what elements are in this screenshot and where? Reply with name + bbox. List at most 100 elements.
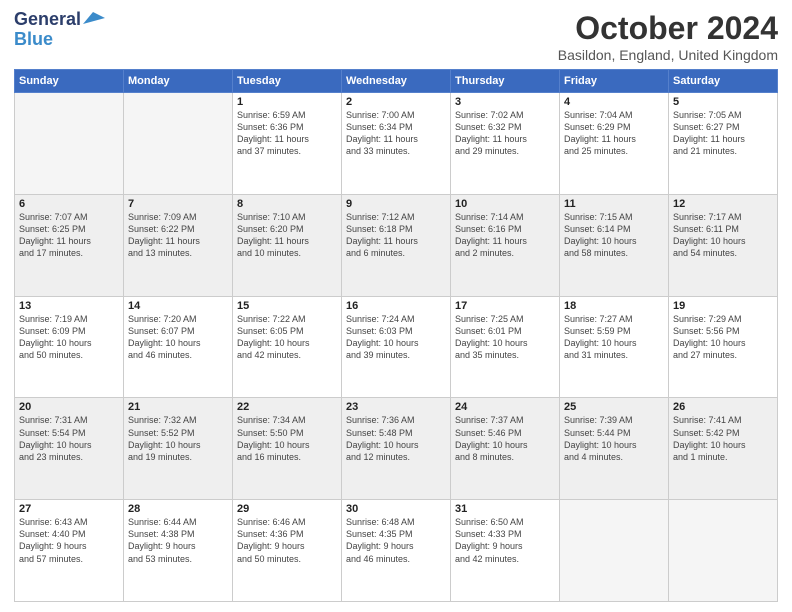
calendar-cell: 26Sunrise: 7:41 AM Sunset: 5:42 PM Dayli… bbox=[669, 398, 778, 500]
day-number: 2 bbox=[346, 96, 446, 108]
calendar-week-5: 27Sunrise: 6:43 AM Sunset: 4:40 PM Dayli… bbox=[15, 500, 778, 602]
day-detail: Sunrise: 7:32 AM Sunset: 5:52 PM Dayligh… bbox=[128, 414, 228, 463]
day-detail: Sunrise: 7:19 AM Sunset: 6:09 PM Dayligh… bbox=[19, 313, 119, 362]
day-number: 23 bbox=[346, 401, 446, 413]
calendar-cell: 18Sunrise: 7:27 AM Sunset: 5:59 PM Dayli… bbox=[560, 296, 669, 398]
day-number: 13 bbox=[19, 300, 119, 312]
day-number: 5 bbox=[673, 96, 773, 108]
day-detail: Sunrise: 6:43 AM Sunset: 4:40 PM Dayligh… bbox=[19, 516, 119, 565]
calendar-table: Sunday Monday Tuesday Wednesday Thursday… bbox=[14, 69, 778, 602]
day-detail: Sunrise: 7:14 AM Sunset: 6:16 PM Dayligh… bbox=[455, 211, 555, 260]
day-number: 29 bbox=[237, 503, 337, 515]
calendar-week-1: 1Sunrise: 6:59 AM Sunset: 6:36 PM Daylig… bbox=[15, 93, 778, 195]
day-detail: Sunrise: 6:59 AM Sunset: 6:36 PM Dayligh… bbox=[237, 109, 337, 158]
title-block: October 2024 Basildon, England, United K… bbox=[558, 10, 778, 63]
day-number: 26 bbox=[673, 401, 773, 413]
calendar-cell: 28Sunrise: 6:44 AM Sunset: 4:38 PM Dayli… bbox=[124, 500, 233, 602]
calendar-cell: 21Sunrise: 7:32 AM Sunset: 5:52 PM Dayli… bbox=[124, 398, 233, 500]
day-number: 6 bbox=[19, 198, 119, 210]
calendar-cell: 7Sunrise: 7:09 AM Sunset: 6:22 PM Daylig… bbox=[124, 194, 233, 296]
day-number: 24 bbox=[455, 401, 555, 413]
calendar-week-4: 20Sunrise: 7:31 AM Sunset: 5:54 PM Dayli… bbox=[15, 398, 778, 500]
calendar-cell: 4Sunrise: 7:04 AM Sunset: 6:29 PM Daylig… bbox=[560, 93, 669, 195]
calendar-cell: 23Sunrise: 7:36 AM Sunset: 5:48 PM Dayli… bbox=[342, 398, 451, 500]
day-detail: Sunrise: 7:04 AM Sunset: 6:29 PM Dayligh… bbox=[564, 109, 664, 158]
calendar-cell: 20Sunrise: 7:31 AM Sunset: 5:54 PM Dayli… bbox=[15, 398, 124, 500]
day-number: 3 bbox=[455, 96, 555, 108]
day-number: 31 bbox=[455, 503, 555, 515]
day-number: 12 bbox=[673, 198, 773, 210]
col-tuesday: Tuesday bbox=[233, 70, 342, 93]
day-number: 16 bbox=[346, 300, 446, 312]
calendar-cell: 16Sunrise: 7:24 AM Sunset: 6:03 PM Dayli… bbox=[342, 296, 451, 398]
day-number: 27 bbox=[19, 503, 119, 515]
calendar-cell: 14Sunrise: 7:20 AM Sunset: 6:07 PM Dayli… bbox=[124, 296, 233, 398]
calendar-cell: 24Sunrise: 7:37 AM Sunset: 5:46 PM Dayli… bbox=[451, 398, 560, 500]
calendar-cell: 19Sunrise: 7:29 AM Sunset: 5:56 PM Dayli… bbox=[669, 296, 778, 398]
calendar-cell: 30Sunrise: 6:48 AM Sunset: 4:35 PM Dayli… bbox=[342, 500, 451, 602]
day-detail: Sunrise: 7:41 AM Sunset: 5:42 PM Dayligh… bbox=[673, 414, 773, 463]
logo-icon bbox=[83, 10, 105, 26]
day-number: 11 bbox=[564, 198, 664, 210]
logo-general: General bbox=[14, 10, 81, 30]
calendar-cell: 12Sunrise: 7:17 AM Sunset: 6:11 PM Dayli… bbox=[669, 194, 778, 296]
day-detail: Sunrise: 7:34 AM Sunset: 5:50 PM Dayligh… bbox=[237, 414, 337, 463]
col-thursday: Thursday bbox=[451, 70, 560, 93]
day-number: 20 bbox=[19, 401, 119, 413]
day-detail: Sunrise: 7:25 AM Sunset: 6:01 PM Dayligh… bbox=[455, 313, 555, 362]
logo: General Blue bbox=[14, 10, 105, 50]
day-number: 1 bbox=[237, 96, 337, 108]
day-detail: Sunrise: 7:12 AM Sunset: 6:18 PM Dayligh… bbox=[346, 211, 446, 260]
day-detail: Sunrise: 7:29 AM Sunset: 5:56 PM Dayligh… bbox=[673, 313, 773, 362]
calendar-cell bbox=[15, 93, 124, 195]
day-detail: Sunrise: 7:10 AM Sunset: 6:20 PM Dayligh… bbox=[237, 211, 337, 260]
day-detail: Sunrise: 7:09 AM Sunset: 6:22 PM Dayligh… bbox=[128, 211, 228, 260]
day-detail: Sunrise: 7:05 AM Sunset: 6:27 PM Dayligh… bbox=[673, 109, 773, 158]
calendar-cell: 17Sunrise: 7:25 AM Sunset: 6:01 PM Dayli… bbox=[451, 296, 560, 398]
calendar-cell bbox=[124, 93, 233, 195]
calendar-cell: 6Sunrise: 7:07 AM Sunset: 6:25 PM Daylig… bbox=[15, 194, 124, 296]
calendar-cell: 8Sunrise: 7:10 AM Sunset: 6:20 PM Daylig… bbox=[233, 194, 342, 296]
header-row: Sunday Monday Tuesday Wednesday Thursday… bbox=[15, 70, 778, 93]
day-number: 14 bbox=[128, 300, 228, 312]
calendar-cell bbox=[669, 500, 778, 602]
calendar-cell: 22Sunrise: 7:34 AM Sunset: 5:50 PM Dayli… bbox=[233, 398, 342, 500]
main-title: October 2024 bbox=[558, 10, 778, 47]
calendar-header: Sunday Monday Tuesday Wednesday Thursday… bbox=[15, 70, 778, 93]
day-number: 28 bbox=[128, 503, 228, 515]
day-detail: Sunrise: 7:27 AM Sunset: 5:59 PM Dayligh… bbox=[564, 313, 664, 362]
day-detail: Sunrise: 7:36 AM Sunset: 5:48 PM Dayligh… bbox=[346, 414, 446, 463]
day-detail: Sunrise: 6:48 AM Sunset: 4:35 PM Dayligh… bbox=[346, 516, 446, 565]
logo-blue: Blue bbox=[14, 30, 53, 50]
day-number: 18 bbox=[564, 300, 664, 312]
day-number: 17 bbox=[455, 300, 555, 312]
day-detail: Sunrise: 7:39 AM Sunset: 5:44 PM Dayligh… bbox=[564, 414, 664, 463]
day-number: 21 bbox=[128, 401, 228, 413]
day-detail: Sunrise: 7:17 AM Sunset: 6:11 PM Dayligh… bbox=[673, 211, 773, 260]
day-detail: Sunrise: 7:15 AM Sunset: 6:14 PM Dayligh… bbox=[564, 211, 664, 260]
calendar-cell: 27Sunrise: 6:43 AM Sunset: 4:40 PM Dayli… bbox=[15, 500, 124, 602]
calendar-cell: 5Sunrise: 7:05 AM Sunset: 6:27 PM Daylig… bbox=[669, 93, 778, 195]
calendar-cell: 15Sunrise: 7:22 AM Sunset: 6:05 PM Dayli… bbox=[233, 296, 342, 398]
day-number: 30 bbox=[346, 503, 446, 515]
calendar-cell: 29Sunrise: 6:46 AM Sunset: 4:36 PM Dayli… bbox=[233, 500, 342, 602]
calendar-cell: 11Sunrise: 7:15 AM Sunset: 6:14 PM Dayli… bbox=[560, 194, 669, 296]
calendar-cell: 2Sunrise: 7:00 AM Sunset: 6:34 PM Daylig… bbox=[342, 93, 451, 195]
day-number: 15 bbox=[237, 300, 337, 312]
calendar-cell: 9Sunrise: 7:12 AM Sunset: 6:18 PM Daylig… bbox=[342, 194, 451, 296]
day-number: 9 bbox=[346, 198, 446, 210]
col-wednesday: Wednesday bbox=[342, 70, 451, 93]
day-detail: Sunrise: 7:02 AM Sunset: 6:32 PM Dayligh… bbox=[455, 109, 555, 158]
header: General Blue October 2024 Basildon, Engl… bbox=[14, 10, 778, 63]
col-saturday: Saturday bbox=[669, 70, 778, 93]
day-detail: Sunrise: 6:46 AM Sunset: 4:36 PM Dayligh… bbox=[237, 516, 337, 565]
day-detail: Sunrise: 7:07 AM Sunset: 6:25 PM Dayligh… bbox=[19, 211, 119, 260]
day-detail: Sunrise: 6:50 AM Sunset: 4:33 PM Dayligh… bbox=[455, 516, 555, 565]
day-detail: Sunrise: 7:24 AM Sunset: 6:03 PM Dayligh… bbox=[346, 313, 446, 362]
day-detail: Sunrise: 7:22 AM Sunset: 6:05 PM Dayligh… bbox=[237, 313, 337, 362]
col-sunday: Sunday bbox=[15, 70, 124, 93]
calendar-cell: 25Sunrise: 7:39 AM Sunset: 5:44 PM Dayli… bbox=[560, 398, 669, 500]
day-detail: Sunrise: 7:00 AM Sunset: 6:34 PM Dayligh… bbox=[346, 109, 446, 158]
day-number: 8 bbox=[237, 198, 337, 210]
page: General Blue October 2024 Basildon, Engl… bbox=[0, 0, 792, 612]
